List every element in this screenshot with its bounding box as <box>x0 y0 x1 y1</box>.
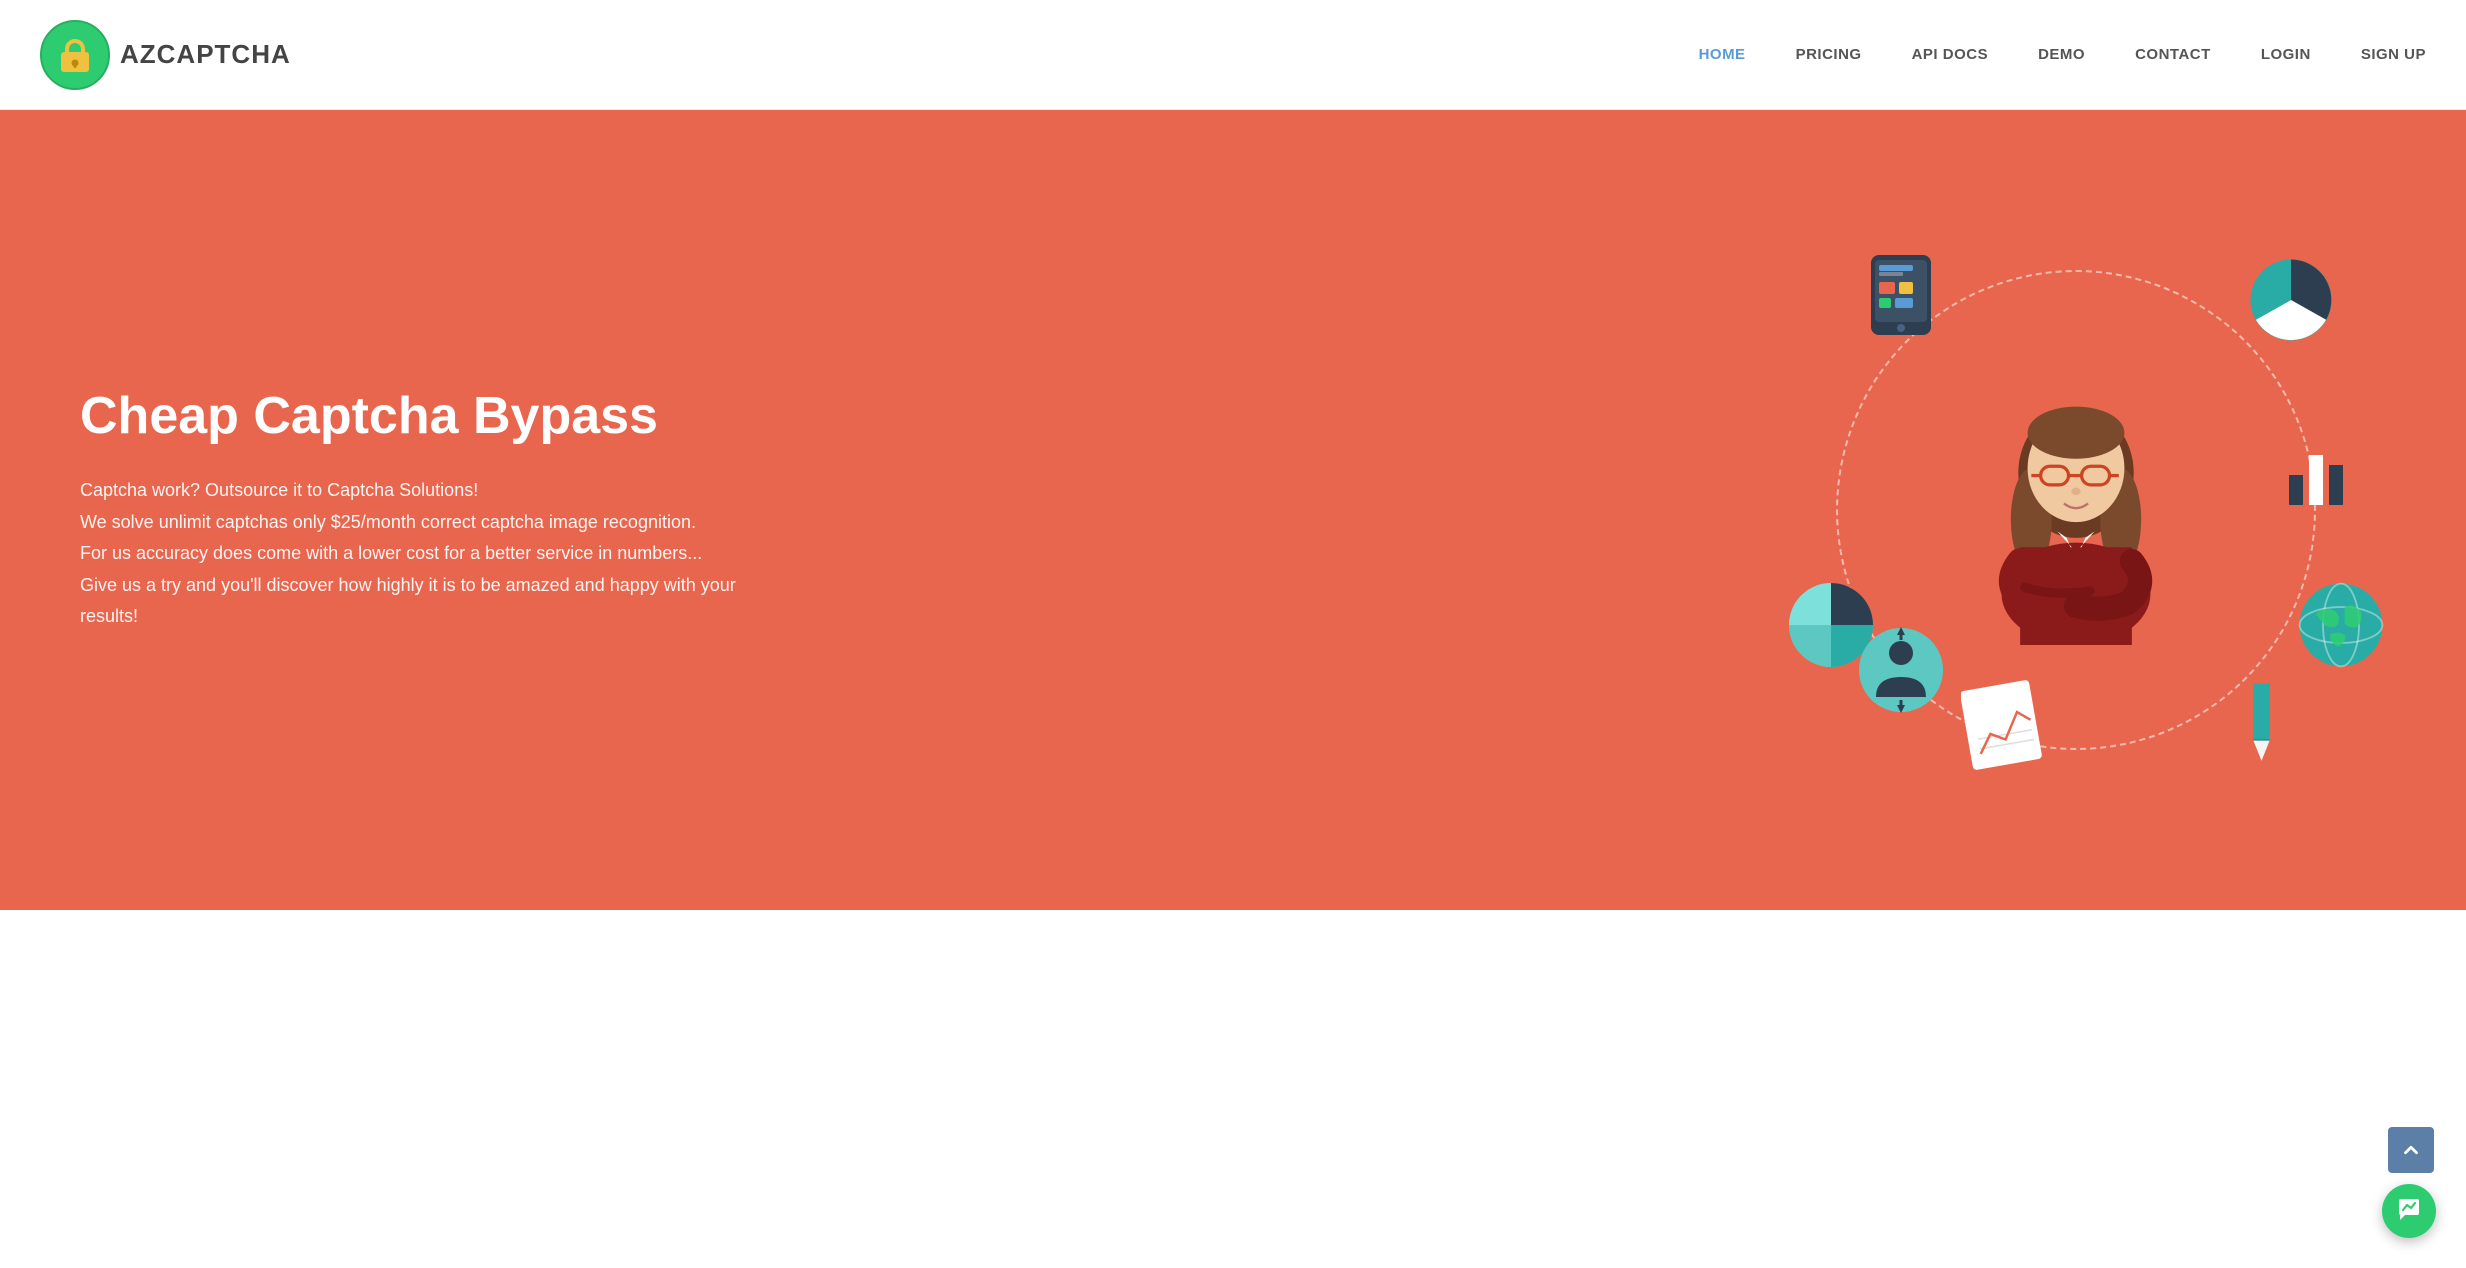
nav-contact[interactable]: CONTACT <box>2135 46 2211 63</box>
pencil-icon <box>2216 670 2306 760</box>
hero-description: Captcha work? Outsource it to Captcha So… <box>80 475 780 633</box>
logo-link[interactable]: AZCAPTCHA <box>40 20 291 90</box>
nav-login[interactable]: LOGIN <box>2261 46 2311 63</box>
nav-home[interactable]: HOME <box>1699 46 1746 63</box>
person-illustration <box>1966 375 2186 645</box>
pie-chart-icon <box>2246 255 2336 345</box>
hero-illustration <box>1766 200 2386 820</box>
nav-links: HOME PRICING API DOCS DEMO CONTACT LOGIN… <box>1699 46 2426 63</box>
nav-pricing[interactable]: PRICING <box>1796 46 1862 63</box>
nav-signup[interactable]: SIGN UP <box>2361 46 2426 63</box>
hero-section: Cheap Captcha Bypass Captcha work? Outso… <box>0 110 2466 910</box>
navbar: AZCAPTCHA HOME PRICING API DOCS DEMO CON… <box>0 0 2466 110</box>
logo-icon <box>40 20 110 90</box>
paper-chart-icon <box>1961 680 2051 770</box>
scroll-up-button[interactable] <box>2388 1127 2434 1173</box>
chat-fab-button[interactable] <box>2382 1184 2436 1238</box>
nav-demo[interactable]: DEMO <box>2038 46 2085 63</box>
hero-content: Cheap Captcha Bypass Captcha work? Outso… <box>80 387 780 632</box>
hero-title: Cheap Captcha Bypass <box>80 387 780 447</box>
logo-text: AZCAPTCHA <box>120 39 291 70</box>
bar-chart-icon <box>2276 430 2366 520</box>
person-circle-icon <box>1856 625 1946 715</box>
nav-api-docs[interactable]: API DOCS <box>1912 46 1989 63</box>
globe-icon <box>2296 580 2386 670</box>
tablet-icon <box>1861 250 1951 340</box>
